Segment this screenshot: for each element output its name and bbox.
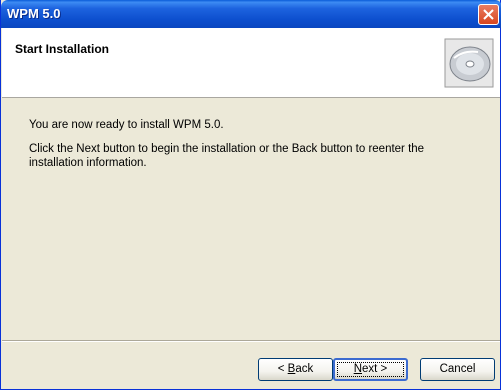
page-title: Start Installation (15, 42, 110, 56)
back-button[interactable]: < Back (258, 358, 333, 381)
ready-message: You are now ready to install WPM 5.0. (29, 119, 224, 131)
content-area: You are now ready to install WPM 5.0. Cl… (29, 118, 479, 180)
installer-window: WPM 5.0 Start Installation You are now r… (0, 0, 501, 390)
cancel-button[interactable]: Cancel (420, 358, 495, 381)
instruction-message: Click the Next button to begin the insta… (29, 143, 425, 169)
close-icon (483, 9, 494, 20)
header-panel: Start Installation (2, 28, 500, 98)
title-bar[interactable]: WPM 5.0 (1, 0, 501, 28)
cd-disc-icon (444, 38, 494, 88)
button-separator (2, 340, 500, 342)
close-button[interactable] (478, 4, 499, 25)
back-label: ack (295, 363, 314, 375)
focus-rect (337, 362, 404, 377)
back-prefix: < (277, 363, 288, 375)
window-title: WPM 5.0 (7, 6, 61, 21)
next-button[interactable]: Next > (333, 358, 408, 381)
